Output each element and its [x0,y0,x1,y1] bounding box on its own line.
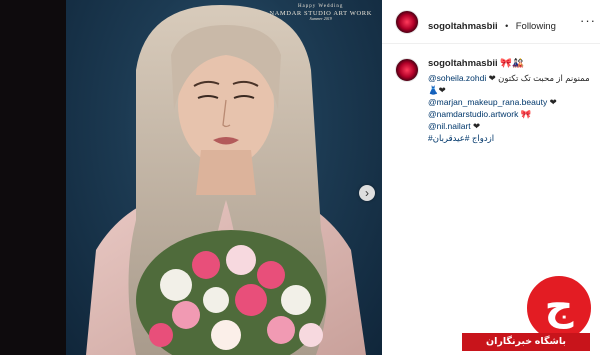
photo-watermark: Happy Wedding NAMDAR STUDIO ART WORK Sum… [269,4,372,21]
watermark-line3: Summer 2019 [309,15,332,21]
mention-marjan[interactable]: @marjan_makeup_rana.beauty [428,97,547,107]
caption-avatar[interactable] [395,58,419,82]
more-horizontal-icon[interactable]: ··· [580,13,596,28]
caption-line-4: @namdarstudio.artwork 🎀 [428,108,596,120]
caption-thanks-text: ❤ ممنونم از محبت تک تکتون [488,73,590,83]
logo-label: باشگاه خبرنگاران [462,333,590,351]
caption-line-2: 👗❤ [428,85,446,95]
mention-namdarstudio[interactable]: @namdarstudio.artwork [428,109,518,119]
chevron-right-icon: › [365,186,369,200]
bride-illustration [86,5,366,355]
caption-line3-suffix: ❤ [549,97,557,107]
caption-line4-suffix: 🎀 [520,109,532,119]
lightbox-backdrop [0,0,66,355]
avatar[interactable] [395,10,419,34]
header-username[interactable]: sogoltahmasbii [428,21,498,32]
caption-username-line: sogoltahmasbii 🎀🎎 [428,58,596,70]
news-agency-logo: ج باشگاه خبرنگاران [450,273,600,355]
header-separator: • [505,21,509,31]
post-header: sogoltahmasbii • Following ··· [382,0,600,44]
caption-line-1: @soheila.zohdi ❤ ممنونم از محبت تک تکتون [428,72,596,84]
logo-glyph: ج [544,284,574,328]
carousel-next-button[interactable]: › [359,185,375,201]
following-button[interactable]: Following [516,21,556,32]
caption-line-5: @nil.nailart ❤ [428,120,596,132]
mention-nilnailart[interactable]: @nil.nailart [428,121,471,131]
caption-line-3: @marjan_makeup_rana.beauty ❤ [428,96,596,108]
caption-username[interactable]: sogoltahmasbii [428,58,498,69]
post-caption: sogoltahmasbii 🎀🎎 @soheila.zohdi ❤ ممنون… [428,58,596,144]
mention-soheila[interactable]: @soheila.zohdi [428,73,486,83]
caption-line5-suffix: ❤ [473,121,481,131]
post-photo[interactable]: Happy Wedding NAMDAR STUDIO ART WORK Sum… [66,0,382,355]
caption-author-emoji: 🎀🎎 [500,58,524,69]
header-line: sogoltahmasbii • Following [428,16,559,34]
caption-hashtags[interactable]: #ازدواج #عیدقربان [428,132,596,144]
